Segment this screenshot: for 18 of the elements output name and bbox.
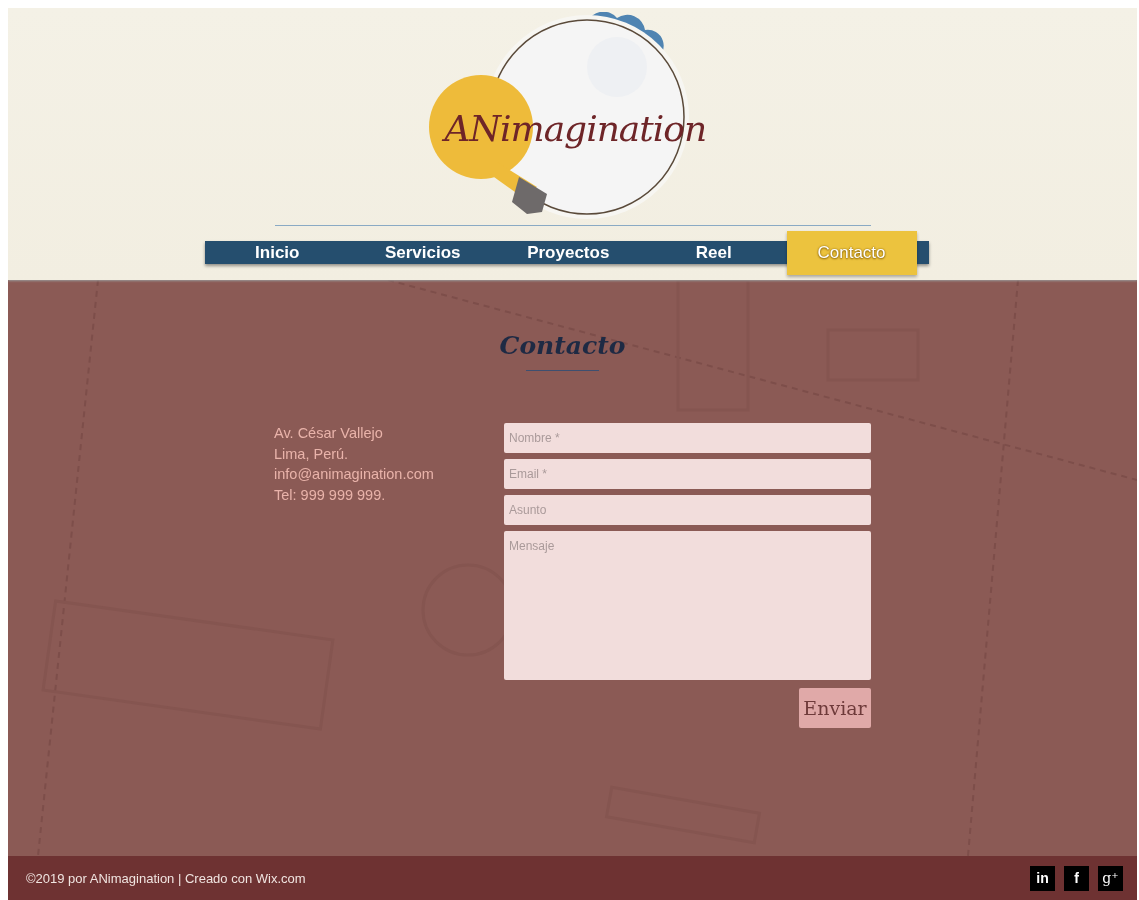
section-heading: Contacto: [499, 330, 626, 362]
nav-tab[interactable]: Servicios: [350, 241, 496, 264]
address-text: Tel: 999 999 999.: [274, 485, 387, 505]
address-text: info@animagination.com: [274, 465, 435, 484]
message-field[interactable]: Mensaje: [504, 531, 871, 680]
send-button[interactable]: Enviar: [799, 688, 871, 728]
facebook-icon[interactable]: f: [1064, 865, 1089, 891]
address-text: Lima, Perú.: [274, 444, 350, 464]
nav-tab[interactable]: Reel: [641, 241, 787, 264]
address-text: Av. César Vallejo: [274, 424, 384, 443]
nav-tab[interactable]: Proyectos: [495, 241, 641, 264]
copyright-text: ©2019 por ANimagination | Creado con Wix.com: [26, 870, 306, 886]
input-field[interactable]: Nombre *: [504, 423, 871, 453]
input-field[interactable]: Asunto: [504, 495, 871, 525]
nav-tab[interactable]: Inicio: [204, 241, 350, 264]
linkedin-icon[interactable]: in: [1030, 865, 1055, 891]
input-field[interactable]: Email *: [504, 459, 871, 489]
google-plus-icon[interactable]: g⁺: [1098, 865, 1123, 891]
